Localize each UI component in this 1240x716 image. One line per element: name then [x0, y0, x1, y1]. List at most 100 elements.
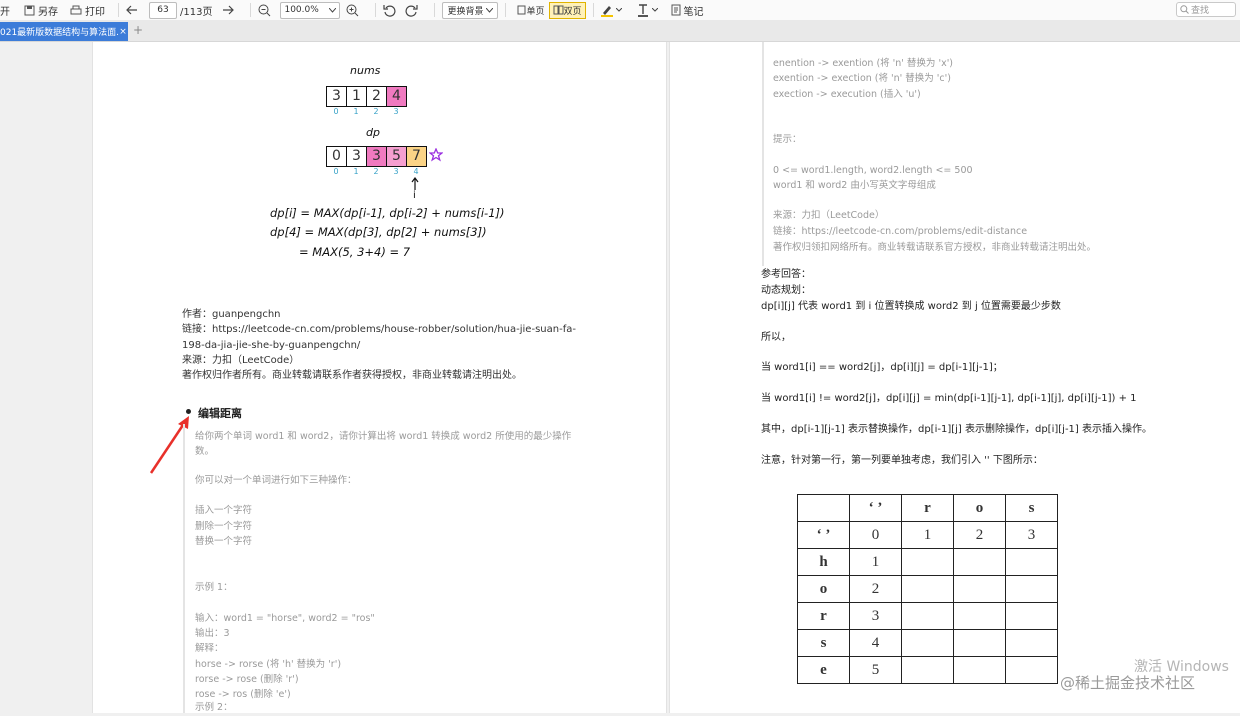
divider [592, 3, 594, 17]
equal-case: 当 word1[i] == word2[j]，dp[i][j] = dp[i-1… [761, 362, 1003, 373]
table-row-header: h [797, 548, 850, 576]
so-line: 所以， [761, 332, 791, 343]
not-equal-case: 当 word1[i] != word2[j]，dp[i][j] = min(dp… [761, 393, 1137, 404]
example-2-heading: 示例 2： [195, 702, 233, 713]
dp-cell-result: 7 [407, 146, 427, 167]
example-input: 输入：word1 = "horse", word2 = "ros" [195, 613, 375, 624]
dp-table: ‘ ’ r o s ‘ ’ 0 1 2 3 h 1 o 2 r 3 s 4 e … [797, 494, 1058, 684]
example-1-heading: 示例 1： [195, 582, 233, 593]
rotate-left-icon [383, 4, 396, 17]
chevron-down-icon [651, 8, 658, 12]
double-page-button[interactable]: 双页 [548, 1, 586, 19]
table-header-cell: o [953, 494, 1006, 522]
tab-document[interactable]: 021最新版数据结构与算法面... × [0, 22, 128, 41]
nums-array: 3 1 2 4 [326, 86, 407, 107]
tab-bar: 021最新版数据结构与算法面... × + [0, 20, 1240, 42]
red-arrow-annotation [149, 416, 189, 474]
highlighter-icon [600, 5, 613, 17]
copyright-line: 著作权归作者所有。商业转载请联系作者获得授权，非商业转载请注明出处。 [182, 370, 522, 381]
example-step-1: horse -> rorse (将 'h' 替换为 'r') [195, 659, 342, 670]
rotate-right-icon [405, 4, 419, 17]
nums-cell: 1 [347, 86, 367, 107]
table-cell [901, 548, 954, 576]
table-cell [953, 575, 1006, 603]
index-label: 1 [353, 107, 359, 116]
zoom-in-button[interactable] [346, 4, 362, 17]
rotate-right-button[interactable] [405, 4, 421, 17]
highlight-button[interactable] [600, 4, 625, 17]
example-trace-3: exection -> execution (插入 'u') [773, 89, 921, 100]
zoom-out-button[interactable] [258, 4, 274, 17]
arrow-left-icon [126, 5, 137, 15]
divider [250, 3, 252, 17]
table-row-header: o [797, 575, 850, 603]
zoom-out-icon [258, 4, 271, 16]
print-label: 打印 [85, 6, 105, 18]
pointer-i-label: i [413, 190, 416, 201]
save-as-button[interactable]: 另存 [24, 3, 58, 18]
problem-desc-2: 数。 [195, 446, 215, 457]
index-label: 2 [373, 107, 379, 116]
table-cell [901, 602, 954, 630]
index-label: 4 [413, 167, 419, 176]
toolbar: 开 另存 打印 63 /113页 100.0% 更换背景 单页 双页 笔记 查找 [0, 0, 1240, 20]
table-row: o 2 [797, 575, 1058, 603]
tab-title: 021最新版数据结构与算法面... [0, 28, 118, 38]
right-quote-bar [762, 42, 764, 266]
search-input[interactable]: 查找 [1176, 2, 1236, 17]
prev-page-button[interactable] [126, 5, 141, 15]
double-page-label: 双页 [563, 6, 582, 17]
open-label: 开 [0, 6, 10, 18]
zoom-in-icon [346, 4, 359, 16]
notes-button[interactable]: 笔记 [671, 3, 704, 18]
table-cell: 3 [849, 602, 902, 630]
table-header-cell: r [901, 494, 954, 522]
dp-definition: dp[i][j] 代表 word1 到 i 位置转换成 word2 到 j 位置… [761, 301, 1061, 312]
chevron-down-icon [615, 8, 622, 12]
print-button[interactable]: 打印 [70, 3, 105, 18]
save-icon [24, 5, 35, 15]
text-color-icon [637, 3, 648, 17]
table-cell [953, 629, 1006, 657]
single-page-label: 单页 [526, 6, 545, 17]
table-cell [901, 629, 954, 657]
formula-line-3: = MAX(5, 3+4) = 7 [299, 245, 411, 259]
source-line: 来源：力扣（LeetCode） [773, 210, 885, 221]
dp-heading: 动态规划： [761, 285, 811, 296]
search-icon [1180, 5, 1189, 14]
page-number-input[interactable]: 63 [149, 1, 177, 19]
star-icon [429, 148, 443, 162]
table-row: e 5 [797, 656, 1058, 684]
table-row: ‘ ’ r o s [797, 494, 1058, 522]
notes-label: 笔记 [683, 6, 704, 18]
double-page-icon [553, 5, 563, 15]
index-label: 3 [393, 167, 399, 176]
table-cell: 4 [849, 629, 902, 657]
background-label: 更换背景 [447, 6, 484, 17]
formula-line-2: dp[4] = MAX(dp[3], dp[2] + nums[3]) [270, 225, 487, 239]
chevron-down-icon [486, 7, 494, 13]
close-icon[interactable]: × [118, 27, 128, 37]
table-row-header: s [797, 629, 850, 657]
next-page-button[interactable] [222, 5, 237, 15]
table-row-header: e [797, 656, 850, 684]
rotate-left-button[interactable] [383, 4, 399, 17]
op-insert: 插入一个字符 [195, 505, 253, 516]
table-row: ‘ ’ 0 1 2 3 [797, 521, 1058, 549]
table-header-cell: ‘ ’ [849, 494, 902, 522]
index-label: 0 [333, 107, 339, 116]
open-button[interactable]: 开 [0, 3, 10, 18]
table-cell [1005, 629, 1058, 657]
index-label: 2 [373, 167, 379, 176]
change-background-dropdown[interactable]: 更换背景 [442, 1, 499, 19]
table-header-cell: s [1005, 494, 1058, 522]
zoom-select[interactable]: 100.0% [280, 1, 341, 19]
search-placeholder: 查找 [1191, 6, 1210, 16]
table-cell: 5 [849, 656, 902, 684]
operation-meaning: 其中，dp[i-1][j-1] 表示替换操作，dp[i-1][j] 表示删除操作… [761, 424, 1152, 435]
arrow-right-icon [223, 5, 235, 15]
divider [118, 3, 119, 17]
new-tab-button[interactable]: + [133, 23, 143, 37]
single-page-button[interactable]: 单页 [513, 2, 548, 19]
text-color-button[interactable] [637, 3, 661, 17]
